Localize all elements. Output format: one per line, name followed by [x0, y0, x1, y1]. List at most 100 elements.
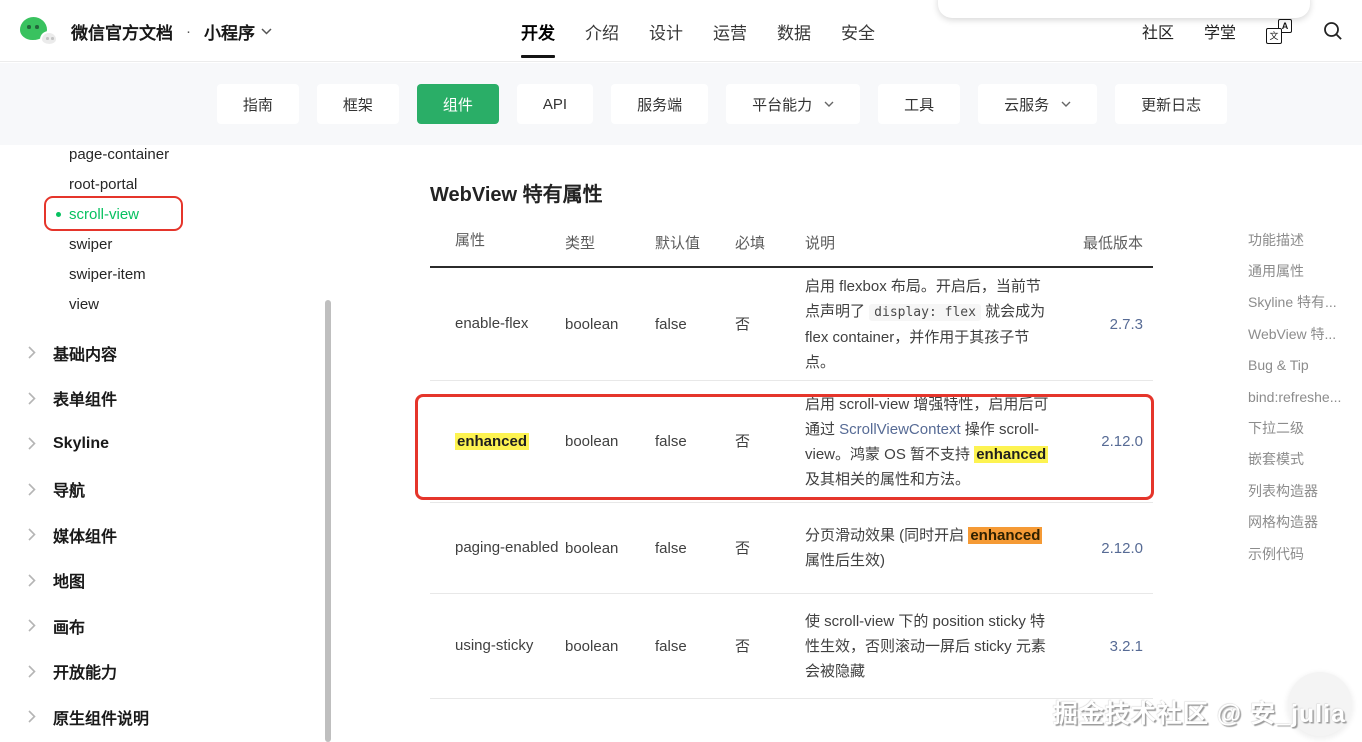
highlight-orange: enhanced — [968, 527, 1043, 544]
sidebar-item-scroll-view[interactable]: scroll-view — [0, 196, 333, 231]
sidebar-item-swiper-item[interactable]: swiper-item — [0, 259, 333, 289]
highlight-yellow: enhanced — [455, 432, 530, 450]
property-default: false — [655, 539, 687, 557]
tab-platform-capability[interactable]: 平台能力 — [726, 84, 861, 124]
property-name: using-sticky — [455, 637, 534, 654]
sidebar-item-root-portal[interactable]: root-portal — [0, 169, 333, 199]
active-bullet-icon — [56, 212, 61, 217]
sidebar-section-canvas[interactable]: 画布 — [0, 603, 333, 649]
component-list: page-container root-portal scroll-view s… — [0, 145, 333, 319]
tab-changelog[interactable]: 更新日志 — [1115, 84, 1228, 124]
scrollviewcontext-link[interactable]: ScrollViewContext — [839, 421, 960, 438]
product-switcher[interactable]: 小程序 — [204, 19, 272, 44]
secondary-nav: 指南 框架 组件 API 服务端 平台能力 工具 云服务 更新日志 — [0, 63, 1362, 145]
wechat-logo-icon — [20, 15, 60, 47]
inline-code: display: flex — [869, 303, 981, 321]
sidebar-item-view[interactable]: view — [0, 289, 333, 319]
chevron-right-icon — [28, 437, 36, 450]
sidebar: page-container root-portal scroll-view s… — [0, 145, 333, 742]
col-required: 必填 — [735, 235, 766, 252]
tab-server[interactable]: 服务端 — [611, 84, 709, 124]
toc-item-list-builder[interactable]: 列表构造器 — [1248, 475, 1360, 506]
chevron-right-icon — [28, 574, 36, 587]
tab-components[interactable]: 组件 — [416, 84, 499, 124]
table-row: enable-flex boolean false 否 启用 flexbox 布… — [430, 268, 1153, 381]
sidebar-section-open-capability[interactable]: 开放能力 — [0, 649, 333, 695]
property-type: boolean — [565, 315, 619, 333]
chevron-right-icon — [28, 619, 36, 632]
site-title: 微信官方文档 — [71, 23, 173, 43]
sidebar-item-page-container[interactable]: page-container — [0, 145, 333, 169]
toc-item-grid-builder[interactable]: 网格构造器 — [1248, 507, 1360, 538]
col-description: 说明 — [805, 235, 836, 252]
sidebar-scrollbar[interactable] — [325, 300, 331, 742]
nav-item-security[interactable]: 安全 — [841, 0, 875, 62]
property-description: 分页滑动效果 (同时开启 enhanced 属性后生效) — [805, 527, 1043, 569]
property-default: false — [655, 433, 687, 450]
sidebar-section-basic-content[interactable]: 基础内容 — [0, 330, 333, 376]
property-name: enhanced — [430, 430, 565, 454]
property-description: 使 scroll-view 下的 position sticky 特性生效，否则… — [805, 612, 1046, 680]
search-icon[interactable] — [1322, 20, 1344, 42]
tab-api[interactable]: API — [516, 84, 594, 124]
translate-icon[interactable]: A 文 — [1266, 18, 1292, 44]
sidebar-section-native-components[interactable]: 原生组件说明 — [0, 694, 333, 740]
property-required: 否 — [735, 433, 751, 450]
property-default: false — [655, 637, 687, 655]
sidebar-section-media[interactable]: 媒体组件 — [0, 512, 333, 558]
min-version-link[interactable]: 2.12.0 — [1055, 536, 1153, 561]
chevron-down-icon — [1061, 101, 1071, 107]
property-required: 否 — [735, 637, 751, 655]
toc-item-bind-refresher[interactable]: bind:refreshe... — [1248, 381, 1360, 412]
table-header: 属性 类型 默认值 必填 说明 最低版本 — [430, 207, 1153, 268]
toc-item-bug-tip[interactable]: Bug & Tip — [1248, 350, 1360, 381]
nav-item-operation[interactable]: 运营 — [713, 0, 747, 62]
tab-framework[interactable]: 框架 — [316, 84, 399, 124]
toc-item-feature-desc[interactable]: 功能描述 — [1248, 224, 1360, 255]
min-version-link[interactable]: 3.2.1 — [1055, 634, 1153, 659]
sidebar-item-swiper[interactable]: swiper — [0, 229, 333, 259]
sidebar-section-skyline[interactable]: Skyline — [0, 421, 333, 467]
nav-item-develop[interactable]: 开发 — [521, 0, 555, 62]
link-community[interactable]: 社区 — [1142, 19, 1174, 43]
nav-item-intro[interactable]: 介绍 — [585, 0, 619, 62]
nav-item-data[interactable]: 数据 — [777, 0, 811, 62]
toc-item-sample-code[interactable]: 示例代码 — [1248, 538, 1360, 569]
brand-separator: · — [186, 22, 191, 40]
tab-cloud-service[interactable]: 云服务 — [978, 84, 1098, 124]
nav-item-design[interactable]: 设计 — [649, 0, 683, 62]
watermark: 掘金技术社区 @ 安_julia — [1052, 700, 1346, 728]
property-required: 否 — [735, 315, 751, 333]
toc: 功能描述 通用属性 Skyline 特有... WebView 特... Bug… — [1248, 224, 1360, 569]
toc-item-skyline-props[interactable]: Skyline 特有... — [1248, 287, 1360, 318]
link-school[interactable]: 学堂 — [1204, 19, 1236, 43]
tab-guide[interactable]: 指南 — [216, 84, 299, 124]
tab-tools[interactable]: 工具 — [878, 84, 961, 124]
toc-item-nested-mode[interactable]: 嵌套模式 — [1248, 444, 1360, 475]
table-row: paging-enabled boolean false 否 分页滑动效果 (同… — [430, 503, 1153, 594]
sidebar-section-navigation[interactable]: 导航 — [0, 467, 333, 513]
toc-item-pulldown[interactable]: 下拉二级 — [1248, 412, 1360, 443]
table-row: enhanced boolean false 否 启用 scroll-view … — [415, 381, 1154, 503]
primary-nav: 开发 介绍 设计 运营 数据 安全 — [521, 0, 875, 62]
product-name: 小程序 — [204, 23, 255, 43]
property-name: paging-enabled — [455, 539, 559, 556]
property-name: enable-flex — [455, 315, 529, 332]
chevron-down-icon — [261, 27, 272, 35]
min-version-link[interactable]: 2.7.3 — [1055, 312, 1153, 337]
col-min-version: 最低版本 — [1082, 235, 1143, 252]
sidebar-section-form-components[interactable]: 表单组件 — [0, 376, 333, 422]
main-content: WebView 特有属性 属性 类型 默认值 必填 说明 最低版本 enable… — [415, 145, 1154, 699]
toc-item-webview-props[interactable]: WebView 特... — [1248, 318, 1360, 349]
brand: 微信官方文档 · 小程序 — [20, 0, 272, 62]
highlight-yellow: enhanced — [974, 445, 1049, 463]
table-row: using-sticky boolean false 否 使 scroll-vi… — [430, 594, 1153, 699]
toc-item-common-props[interactable]: 通用属性 — [1248, 255, 1360, 286]
section-list: 基础内容 表单组件 Skyline 导航 媒体组件 地图 画布 开放能力 原生组… — [0, 330, 333, 740]
property-type: boolean — [565, 539, 619, 557]
sidebar-section-map[interactable]: 地图 — [0, 558, 333, 604]
property-description: 启用 scroll-view 增强特性，启用后可通过 ScrollViewCon… — [805, 395, 1049, 488]
chevron-right-icon — [28, 710, 36, 723]
chevron-right-icon — [28, 528, 36, 541]
min-version-link[interactable]: 2.12.0 — [1055, 429, 1153, 454]
